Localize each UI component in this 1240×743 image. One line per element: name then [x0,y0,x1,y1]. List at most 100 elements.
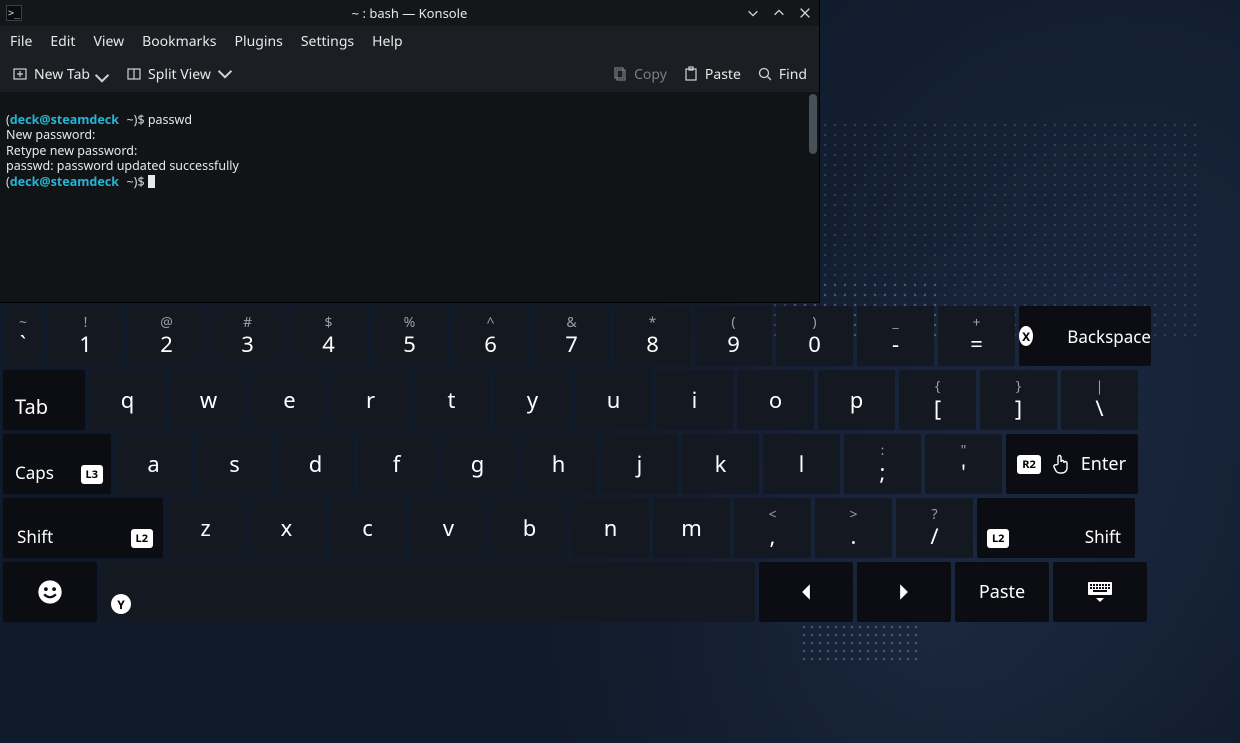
key-=[interactable]: += [938,306,1015,366]
key-4[interactable]: $4 [290,306,367,366]
key-main: i [692,388,698,412]
key-t[interactable]: t [413,370,490,430]
key-r[interactable]: r [332,370,409,430]
key-enter[interactable]: R2Enter [1006,434,1138,494]
key-caps[interactable]: CapsL3 [3,434,111,494]
menu-bookmarks[interactable]: Bookmarks [142,32,216,51]
key-m[interactable]: m [653,498,730,558]
key-0[interactable]: )0 [776,306,853,366]
key-main: g [471,452,485,476]
key-5[interactable]: %5 [371,306,448,366]
key-p[interactable]: p [818,370,895,430]
key-k[interactable]: k [682,434,759,494]
key-v[interactable]: v [410,498,487,558]
key-o[interactable]: o [737,370,814,430]
key-punct-1[interactable]: "' [925,434,1002,494]
maximize-button[interactable] [771,5,787,21]
key-main: , [770,524,776,548]
key-2[interactable]: @2 [128,306,205,366]
key-main: b [523,516,537,540]
menu-settings[interactable]: Settings [301,32,354,51]
key-w[interactable]: w [170,370,247,430]
key-main: n [604,516,618,540]
key-main: w [200,388,217,412]
split-view-label: Split View [148,65,211,84]
menu-view[interactable]: View [93,32,124,51]
key-f[interactable]: f [358,434,435,494]
key-q[interactable]: q [89,370,166,430]
scrollbar[interactable] [809,94,817,154]
key-sub: { [935,380,940,394]
key-b[interactable]: b [491,498,568,558]
key-x[interactable]: x [248,498,325,558]
key-a[interactable]: a [115,434,192,494]
key-shift-right[interactable]: L2Shift [977,498,1135,558]
key-punct4-0[interactable]: <, [734,498,811,558]
key-u[interactable]: u [575,370,652,430]
key-punct4-1[interactable]: >. [815,498,892,558]
terminal[interactable]: (deck@steamdeck ~)$ passwd New password:… [0,92,819,302]
menu-plugins[interactable]: Plugins [235,32,283,51]
app-icon: >_ [6,5,22,21]
key-z[interactable]: z [167,498,244,558]
key-punct4-2[interactable]: ?/ [896,498,973,558]
menu-file[interactable]: File [10,32,32,51]
key-sub: & [566,316,576,330]
key-punct-0[interactable]: :; [844,434,921,494]
key-1[interactable]: !1 [47,306,124,366]
key-main: x [281,516,293,540]
key-h[interactable]: h [520,434,597,494]
key-d[interactable]: d [277,434,354,494]
key-n[interactable]: n [572,498,649,558]
key-sub: _ [892,316,898,330]
key-main: 7 [565,332,578,356]
key-main: = [970,332,983,356]
close-button[interactable] [797,5,813,21]
key-hide-keyboard[interactable] [1053,562,1147,622]
key-s[interactable]: s [196,434,273,494]
key-sub: ~ [19,316,27,330]
key-\[interactable]: |\ [1061,370,1138,430]
chevron-down-icon [217,66,233,82]
minimize-button[interactable] [745,5,761,21]
enter-label: Enter [1081,452,1126,476]
key-paste[interactable]: Paste [955,562,1049,622]
key-9[interactable]: (9 [695,306,772,366]
key-`[interactable]: ~` [3,306,43,366]
copy-button[interactable]: Copy [612,65,667,84]
new-tab-button[interactable]: New Tab [12,62,110,86]
key-i[interactable]: i [656,370,733,430]
key-[[interactable]: {[ [899,370,976,430]
key-7[interactable]: &7 [533,306,610,366]
key-e[interactable]: e [251,370,328,430]
key-tab[interactable]: Tab [3,370,85,430]
key-6[interactable]: ^6 [452,306,529,366]
split-view-button[interactable]: Split View [126,65,233,84]
key-g[interactable]: g [439,434,516,494]
key-arrow-right[interactable] [857,562,951,622]
key-emoji[interactable] [3,562,97,622]
key-main: o [769,388,782,412]
key-shift-left[interactable]: ShiftL2 [3,498,163,558]
key-l[interactable]: l [763,434,840,494]
key-main: 0 [808,332,821,356]
key-y[interactable]: y [494,370,571,430]
menu-edit[interactable]: Edit [50,32,75,51]
find-button[interactable]: Find [757,65,807,84]
key-8[interactable]: *8 [614,306,691,366]
key-space[interactable]: Y [101,562,755,622]
key-3[interactable]: #3 [209,306,286,366]
key-][interactable]: }] [980,370,1057,430]
key-sub: @ [160,316,173,330]
key-main: ` [20,332,26,356]
key-sub: > [849,508,857,522]
menu-help[interactable]: Help [372,32,403,51]
key-j[interactable]: j [601,434,678,494]
key--[interactable]: _- [857,306,934,366]
key-c[interactable]: c [329,498,406,558]
key-arrow-left[interactable] [759,562,853,622]
key-backspace[interactable]: XBackspace [1019,306,1151,366]
key-sub: ) [812,316,816,330]
cursor-hand-icon [1051,453,1071,475]
paste-button[interactable]: Paste [683,65,741,84]
